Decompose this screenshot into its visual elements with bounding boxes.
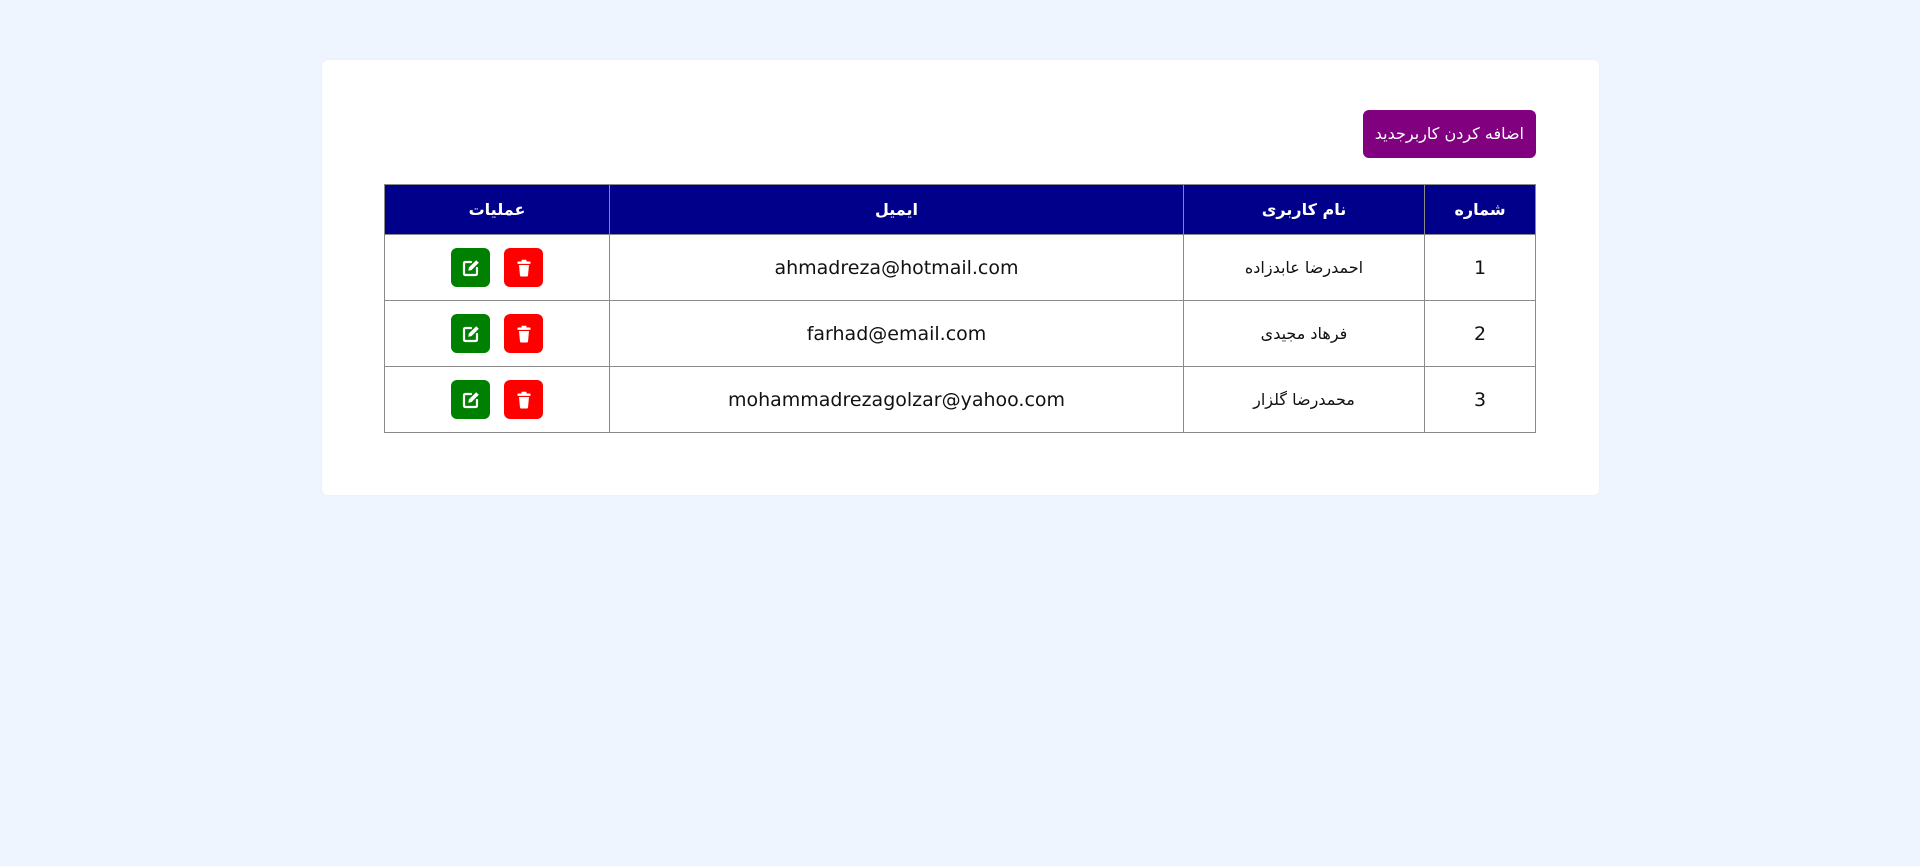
row-actions: [384, 366, 610, 433]
edit-icon: [462, 259, 479, 276]
row-email: ahmadreza@hotmail.com: [609, 234, 1184, 301]
edit-button[interactable]: [451, 380, 490, 419]
header-actions: عملیات: [384, 184, 610, 235]
header-username: نام کاربری: [1183, 184, 1425, 235]
edit-button[interactable]: [451, 248, 490, 287]
table-header-row: شماره نام کاربری ایمیل عملیات: [384, 184, 1536, 235]
header-number: شماره: [1424, 184, 1536, 235]
edit-button[interactable]: [451, 314, 490, 353]
row-username: فرهاد مجیدی: [1183, 300, 1425, 367]
row-number: 2: [1424, 300, 1536, 367]
delete-button[interactable]: [504, 248, 543, 287]
trash-icon: [517, 325, 530, 342]
table-row: 3 محمدرضا گلزار mohammadrezagolzar@yahoo…: [384, 366, 1536, 433]
row-number: 1: [1424, 234, 1536, 301]
row-email: farhad@email.com: [609, 300, 1184, 367]
users-table: شماره نام کاربری ایمیل عملیات 1 احمدرضا …: [384, 184, 1536, 433]
row-number: 3: [1424, 366, 1536, 433]
header-email: ایمیل: [609, 184, 1184, 235]
row-email: mohammadrezagolzar@yahoo.com: [609, 366, 1184, 433]
table-row: 2 فرهاد مجیدی farhad@email.com: [384, 300, 1536, 367]
edit-icon: [462, 391, 479, 408]
row-actions: [384, 300, 610, 367]
add-user-button[interactable]: اضافه کردن کاربرجدید: [1362, 110, 1536, 158]
delete-button[interactable]: [504, 380, 543, 419]
trash-icon: [517, 391, 530, 408]
row-username: احمدرضا عابدزاده: [1183, 234, 1425, 301]
trash-icon: [517, 259, 530, 276]
edit-icon: [462, 325, 479, 342]
users-card: اضافه کردن کاربرجدید شماره نام کاربری ای…: [322, 60, 1599, 495]
delete-button[interactable]: [504, 314, 543, 353]
row-username: محمدرضا گلزار: [1183, 366, 1425, 433]
row-actions: [384, 234, 610, 301]
table-row: 1 احمدرضا عابدزاده ahmadreza@hotmail.com: [384, 234, 1536, 301]
